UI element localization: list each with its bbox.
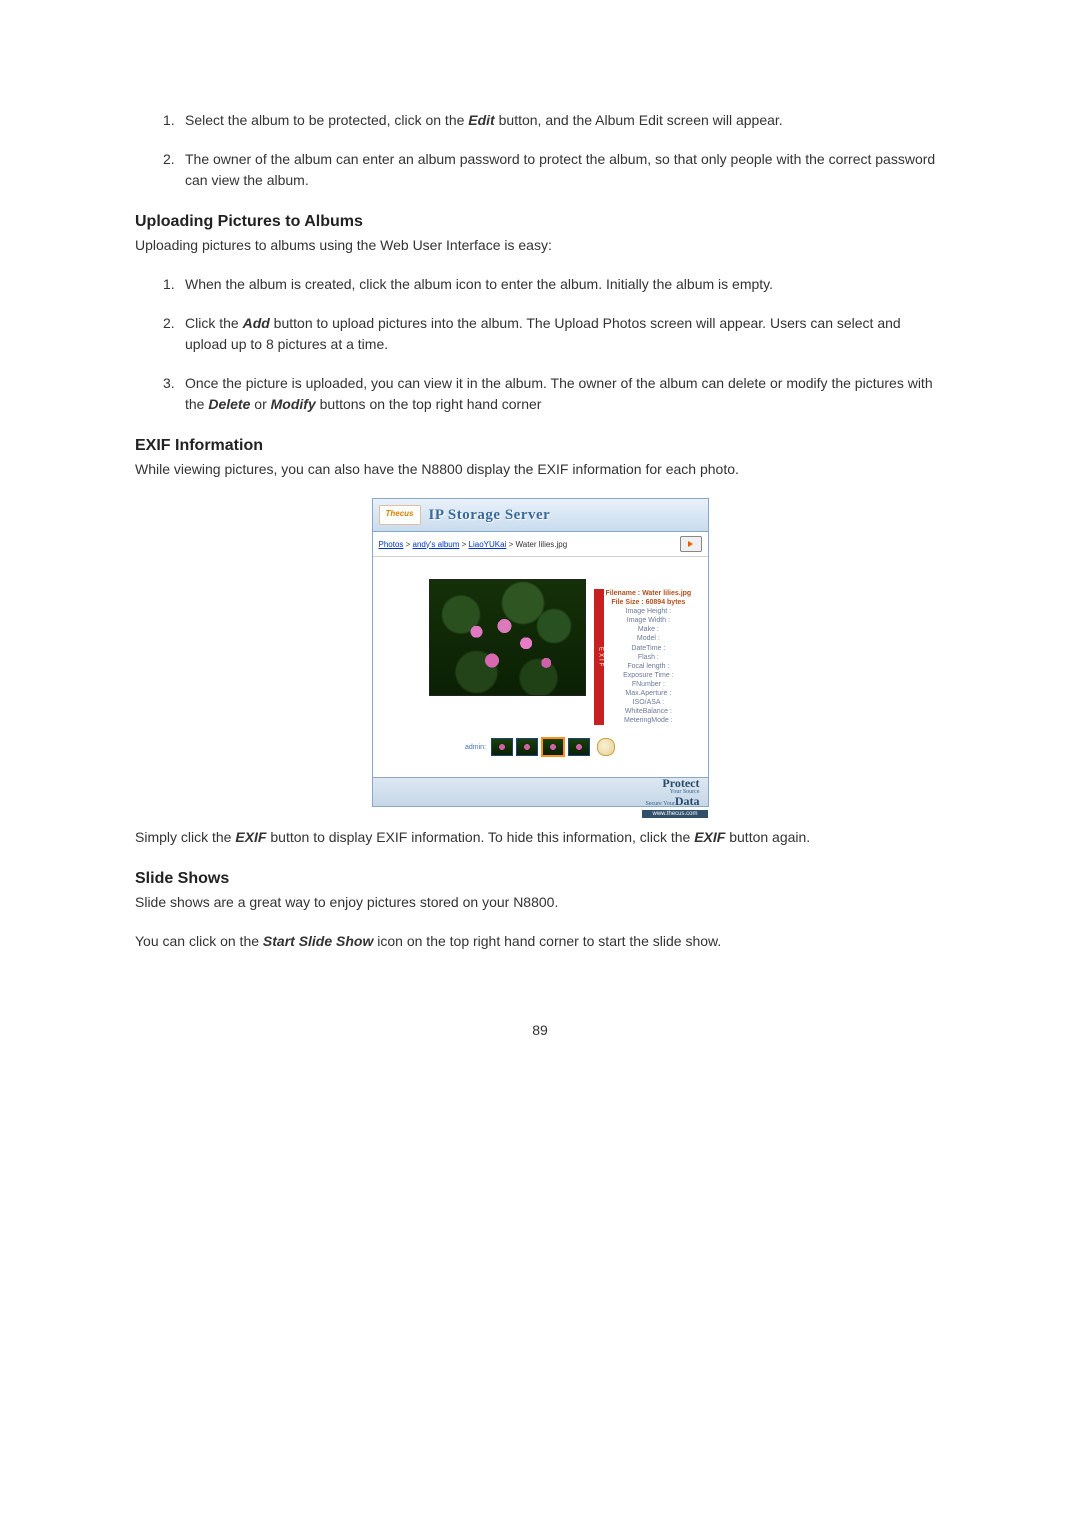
list-number: 1. xyxy=(163,274,185,295)
start-slideshow-icon[interactable] xyxy=(680,536,702,552)
footer-brand: ProtectYour Source Secure YourData xyxy=(645,777,699,807)
emphasis: Edit xyxy=(468,112,494,128)
thumbnail[interactable] xyxy=(516,738,538,756)
emphasis: Modify xyxy=(271,396,316,412)
breadcrumb-path: Photos > andy's album > LiaoYUKai > Wate… xyxy=(379,540,568,549)
list-text: Once the picture is uploaded, you can vi… xyxy=(185,373,945,415)
breadcrumb-link[interactable]: andy's album xyxy=(413,540,460,549)
breadcrumb-link[interactable]: Photos xyxy=(379,540,404,549)
screenshot-footer: ProtectYour Source Secure YourData xyxy=(373,777,708,806)
exif-line: ISO/ASA : xyxy=(606,698,692,707)
paragraph: You can click on the Start Slide Show ic… xyxy=(135,931,945,952)
screenshot-title: IP Storage Server xyxy=(429,507,551,524)
list-text: Select the album to be protected, click … xyxy=(185,110,783,131)
list-item: 2. Click the Add button to upload pictur… xyxy=(163,313,945,355)
list-item: 1. When the album is created, click the … xyxy=(163,274,945,295)
screenshot-titlebar: Thecus IP Storage Server xyxy=(373,499,708,532)
list-item: 3. Once the picture is uploaded, you can… xyxy=(163,373,945,415)
list-item: 2. The owner of the album can enter an a… xyxy=(163,149,945,191)
screenshot-body: EXIF Filename : Water lilies.jpg File Si… xyxy=(373,557,708,733)
emphasis: Start Slide Show xyxy=(263,933,373,949)
exif-line: FNumber : xyxy=(606,680,692,689)
paragraph: Uploading pictures to albums using the W… xyxy=(135,235,945,256)
paragraph: While viewing pictures, you can also hav… xyxy=(135,459,945,480)
exif-line: File Size : 60894 bytes xyxy=(606,598,692,607)
list-item: 1. Select the album to be protected, cli… xyxy=(163,110,945,131)
heading-slideshow: Slide Shows xyxy=(135,870,945,888)
exif-line: Max.Aperture : xyxy=(606,689,692,698)
breadcrumb-link[interactable]: LiaoYUKai xyxy=(469,540,507,549)
footer-url: www.thecus.com xyxy=(642,810,707,818)
exif-line: Filename : Water lilies.jpg xyxy=(606,589,692,598)
thumbnail[interactable] xyxy=(568,738,590,756)
list-number: 3. xyxy=(163,373,185,415)
exif-line: WhiteBalance : xyxy=(606,707,692,716)
list-number: 2. xyxy=(163,149,185,191)
list-number: 1. xyxy=(163,110,185,131)
list-number: 2. xyxy=(163,313,185,355)
exif-line: Exposure Time : xyxy=(606,671,692,680)
emphasis: EXIF xyxy=(694,829,725,845)
paragraph: Slide shows are a great way to enjoy pic… xyxy=(135,892,945,913)
exif-line: Flash : xyxy=(606,653,692,662)
thumbnail[interactable] xyxy=(491,738,513,756)
exif-tab[interactable]: EXIF xyxy=(594,589,604,725)
list-text: When the album is created, click the alb… xyxy=(185,274,773,295)
intro-list: 1. Select the album to be protected, cli… xyxy=(135,110,945,191)
exif-line: Make : xyxy=(606,625,692,634)
page-number: 89 xyxy=(135,1022,945,1038)
thumbnail-strip: admin: xyxy=(373,733,708,777)
emphasis: Delete xyxy=(208,396,250,412)
screenshot-container: Thecus IP Storage Server Photos > andy's… xyxy=(135,498,945,807)
document-page: 1. Select the album to be protected, cli… xyxy=(0,0,1080,1098)
exif-metadata: Filename : Water lilies.jpg File Size : … xyxy=(606,589,692,725)
exif-line: Image Width : xyxy=(606,616,692,625)
screenshot-footer-wrap: ProtectYour Source Secure YourData www.t… xyxy=(373,777,708,806)
heading-uploading: Uploading Pictures to Albums xyxy=(135,213,945,231)
exif-panel: EXIF Filename : Water lilies.jpg File Si… xyxy=(594,589,692,725)
thumb-label: admin: xyxy=(465,744,488,751)
emphasis: Add xyxy=(243,315,270,331)
exif-screenshot: Thecus IP Storage Server Photos > andy's… xyxy=(372,498,709,807)
heading-exif: EXIF Information xyxy=(135,437,945,455)
breadcrumb: Photos > andy's album > LiaoYUKai > Wate… xyxy=(373,532,708,557)
exif-line: Model : xyxy=(606,634,692,643)
exif-line: Image Height : xyxy=(606,607,692,616)
emphasis: EXIF xyxy=(235,829,266,845)
exif-line: MeteringMode : xyxy=(606,716,692,725)
upload-list: 1. When the album is created, click the … xyxy=(135,274,945,415)
paragraph: Simply click the EXIF button to display … xyxy=(135,827,945,848)
main-photo xyxy=(429,579,586,696)
thumbnail-active[interactable] xyxy=(541,737,565,757)
next-icon[interactable] xyxy=(597,738,615,756)
thecus-logo: Thecus xyxy=(379,505,421,525)
breadcrumb-current: Water lilies.jpg xyxy=(515,540,567,549)
exif-line: DateTime : xyxy=(606,644,692,653)
list-text: The owner of the album can enter an albu… xyxy=(185,149,945,191)
list-text: Click the Add button to upload pictures … xyxy=(185,313,945,355)
exif-line: Focal length : xyxy=(606,662,692,671)
